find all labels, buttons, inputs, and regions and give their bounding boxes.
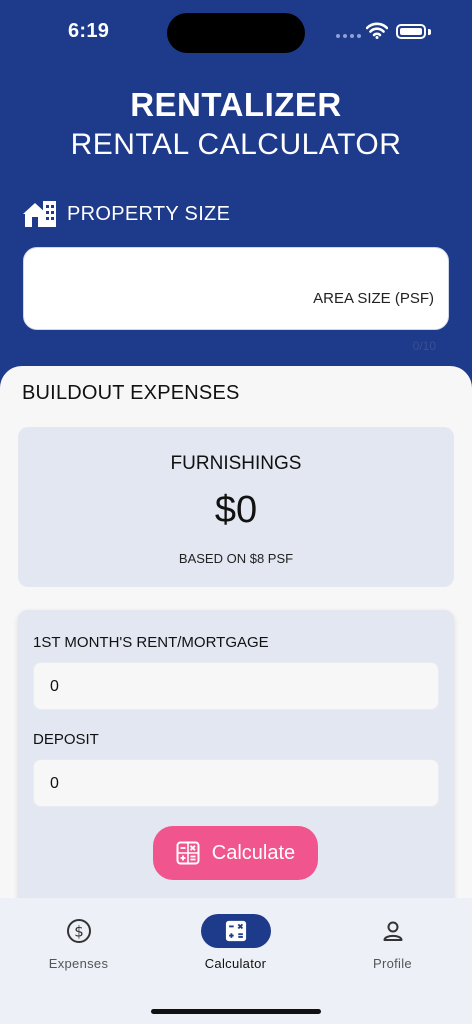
tab-calculator[interactable]: Calculator bbox=[157, 898, 314, 988]
furnishings-note: BASED ON $8 PSF bbox=[178, 551, 294, 566]
tab-profile-label: Profile bbox=[373, 956, 412, 971]
tab-bar: $ Expenses Calculator Profile bbox=[0, 898, 472, 1024]
deposit-input[interactable] bbox=[48, 760, 422, 808]
calculator-icon bbox=[176, 841, 200, 865]
cellular-signal-icon bbox=[336, 34, 361, 38]
property-size-label: PROPERTY SIZE bbox=[67, 202, 231, 225]
character-counter: 0/10 bbox=[412, 339, 436, 353]
app-title: RENTALIZER bbox=[130, 86, 342, 123]
section-title: BUILDOUT EXPENSES bbox=[22, 382, 240, 404]
buildout-sheet: BUILDOUT EXPENSES FURNISHINGS $0 BASED O… bbox=[0, 366, 472, 906]
calculator-icon bbox=[225, 920, 246, 942]
furnishings-card: FURNISHINGS $0 BASED ON $8 PSF bbox=[18, 427, 454, 587]
status-time: 6:19 bbox=[68, 20, 110, 42]
house-building-icon bbox=[23, 201, 56, 227]
status-bar: 6:19 bbox=[0, 0, 472, 60]
tab-profile[interactable]: Profile bbox=[314, 898, 471, 988]
svg-text:$: $ bbox=[74, 923, 84, 941]
deposit-label: DEPOSIT bbox=[33, 731, 99, 748]
dynamic-island bbox=[167, 13, 305, 53]
calculate-button[interactable]: Calculate bbox=[153, 826, 318, 880]
home-indicator bbox=[151, 1009, 321, 1014]
rent-deposit-card: 1ST MONTH'S RENT/MORTGAGE DEPOSIT Calcul… bbox=[18, 610, 454, 906]
furnishings-value: $0 bbox=[214, 489, 258, 531]
deposit-field[interactable] bbox=[33, 759, 439, 808]
area-size-field[interactable]: AREA SIZE (PSF) bbox=[23, 247, 449, 330]
area-size-input[interactable] bbox=[38, 258, 322, 290]
calculate-label: Calculate bbox=[211, 841, 296, 864]
person-icon bbox=[383, 921, 402, 941]
app-subtitle: RENTAL CALCULATOR bbox=[70, 128, 402, 161]
battery-icon bbox=[396, 24, 426, 39]
tab-expenses[interactable]: $ Expenses bbox=[0, 898, 157, 988]
tab-expenses-label: Expenses bbox=[48, 956, 109, 971]
rent-label: 1ST MONTH'S RENT/MORTGAGE bbox=[33, 634, 269, 651]
wifi-icon bbox=[366, 22, 388, 39]
furnishings-title: FURNISHINGS bbox=[170, 453, 302, 474]
property-size-header: PROPERTY SIZE bbox=[23, 200, 230, 228]
area-size-placeholder: AREA SIZE (PSF) bbox=[313, 290, 434, 307]
dollar-circle-icon: $ bbox=[66, 919, 91, 943]
rent-field[interactable] bbox=[33, 662, 439, 711]
tab-calculator-label: Calculator bbox=[204, 956, 267, 971]
rent-input[interactable] bbox=[48, 663, 422, 711]
